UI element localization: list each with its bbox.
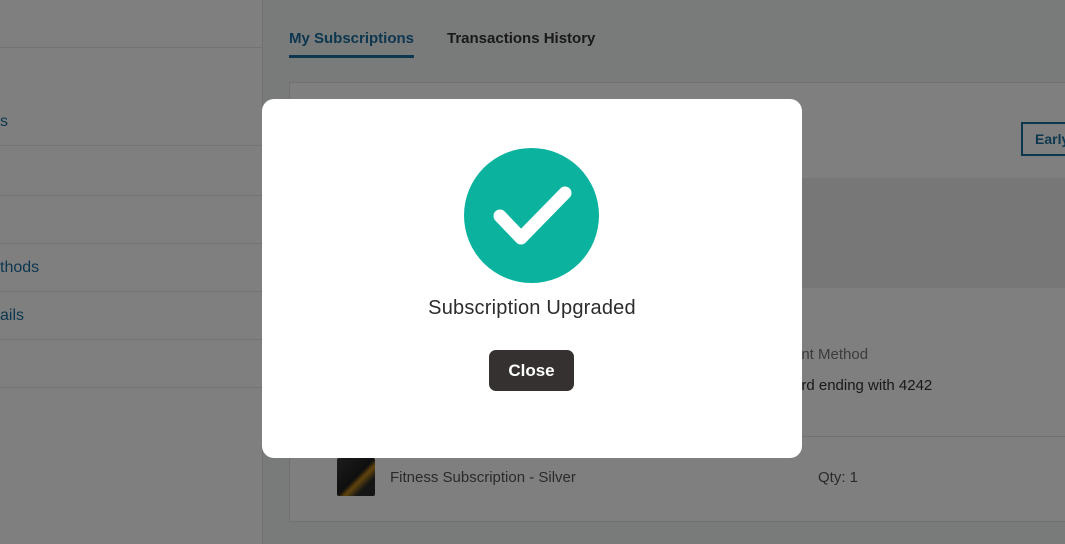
modal-title: Subscription Upgraded	[428, 297, 636, 319]
check-circle-icon	[464, 148, 599, 283]
success-modal: Subscription Upgraded Close	[262, 99, 802, 458]
close-button[interactable]: Close	[489, 350, 574, 391]
checkmark-icon	[493, 186, 572, 245]
page: s thods ails My Subscriptions Transactio…	[0, 0, 1065, 544]
